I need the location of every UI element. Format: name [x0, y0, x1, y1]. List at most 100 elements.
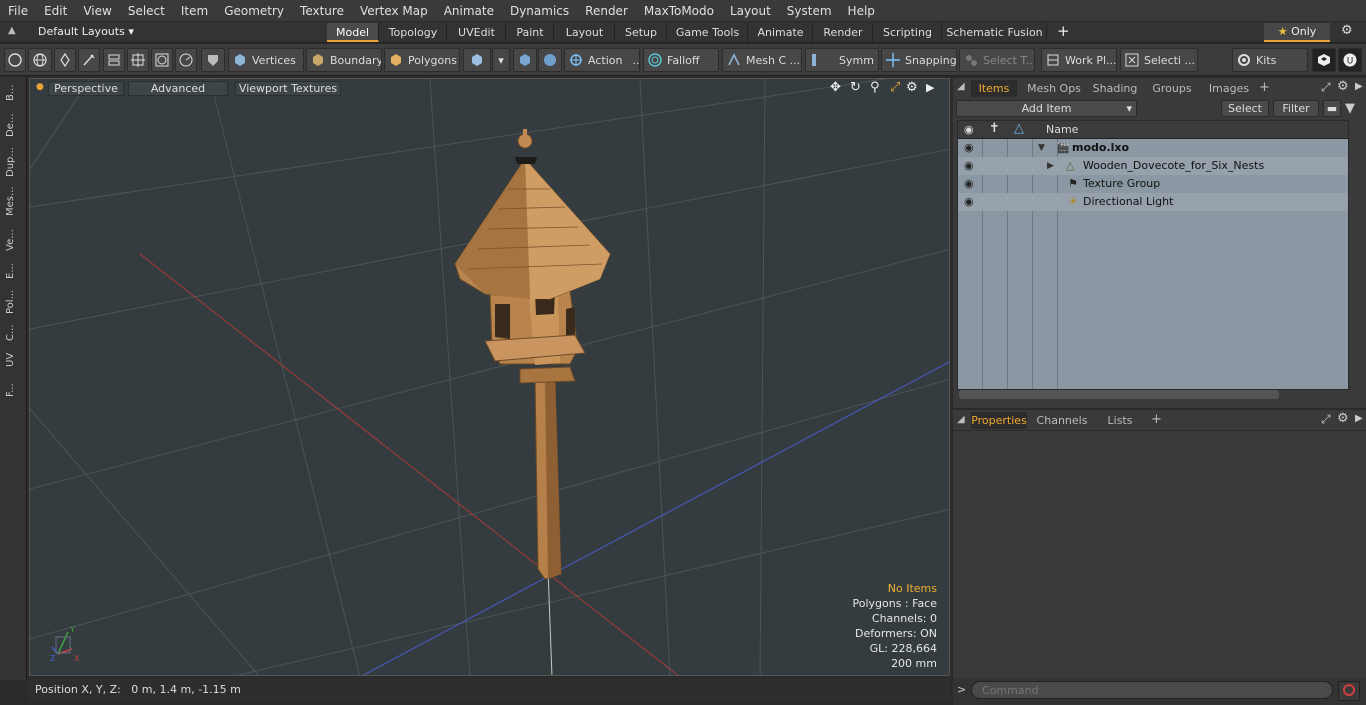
panel-expand-icon[interactable]: ⤢ [1321, 80, 1331, 95]
tab-animate[interactable]: Animate [749, 23, 813, 42]
mode-dropdown[interactable]: ▾ [492, 48, 510, 72]
polygons-button[interactable]: Polygons [384, 48, 460, 72]
menu-layout[interactable]: Layout [722, 0, 779, 22]
tab-shading[interactable]: Shading [1089, 80, 1141, 97]
tab-lists[interactable]: Lists [1097, 412, 1143, 429]
eye-icon[interactable]: ◉ [964, 157, 974, 175]
pen-button[interactable] [54, 48, 76, 72]
falloff-button[interactable]: Falloff [643, 48, 719, 72]
viewport-textures-button[interactable]: Viewport Textures [235, 81, 341, 96]
collapse-button[interactable]: ▬ [1323, 100, 1341, 117]
pan-icon[interactable]: ✥ [830, 80, 841, 95]
eye-icon[interactable]: ◉ [964, 139, 974, 157]
vtab-fusion[interactable]: F... [5, 376, 21, 404]
add-item-button[interactable]: Add Item ▾ [956, 100, 1137, 117]
visibility-column-eye-icon[interactable]: ◉ [964, 123, 974, 136]
symmetry-b-button[interactable] [538, 48, 562, 72]
tab-paint[interactable]: Paint [507, 23, 554, 42]
menu-file[interactable]: File [0, 0, 36, 22]
add-tab-plus-icon[interactable]: + [1259, 80, 1270, 95]
brush-button[interactable] [78, 48, 100, 72]
timer-button[interactable] [175, 48, 197, 72]
tab-channels[interactable]: Channels [1035, 412, 1089, 429]
properties-gear-icon[interactable]: ⚙ [1337, 411, 1349, 426]
vtab-edge[interactable]: E... [5, 260, 21, 282]
tab-groups[interactable]: Groups [1146, 80, 1198, 97]
tab-properties[interactable]: Properties [971, 412, 1027, 429]
box-circle-button[interactable] [151, 48, 173, 72]
selection-sets-button[interactable]: Selecti ... [1120, 48, 1198, 72]
command-input[interactable] [971, 681, 1333, 699]
vtab-polygon[interactable]: Pol... [5, 287, 21, 317]
viewport-menu-dot-icon[interactable]: ● [36, 82, 44, 92]
layout-collapse-icon[interactable]: ▲ [8, 25, 16, 36]
snapping-button[interactable]: Snapping [881, 48, 957, 72]
align-button[interactable] [103, 48, 125, 72]
unreal-button[interactable]: U [1338, 48, 1362, 72]
eye-icon[interactable]: ◉ [964, 193, 974, 211]
properties-expand-icon[interactable]: ⤢ [1321, 412, 1331, 427]
menu-item[interactable]: Item [173, 0, 216, 22]
tab-scripting[interactable]: Scripting [874, 23, 942, 42]
unity-button[interactable] [1312, 48, 1336, 72]
select-through-button[interactable]: Select T... [959, 48, 1035, 72]
menu-help[interactable]: Help [840, 0, 883, 22]
tab-render[interactable]: Render [814, 23, 873, 42]
tree-row-mesh[interactable]: ◉ ▶ △ Wooden_Dovecote_for_Six_Nests [958, 157, 1348, 175]
panel-arrow-icon[interactable]: ▶ [1355, 81, 1363, 92]
lock-column-icon[interactable]: ✝ [989, 121, 1000, 136]
only-toggle[interactable]: ★ Only [1264, 23, 1330, 42]
properties-add-tab-icon[interactable]: + [1151, 412, 1162, 427]
tab-layout[interactable]: Layout [555, 23, 615, 42]
layout-preset-dropdown[interactable]: Default Layouts ▾ [38, 25, 134, 38]
vtab-deform[interactable]: De... [5, 110, 21, 140]
menu-maxtomodo[interactable]: MaxToModo [636, 0, 722, 22]
rotate-icon[interactable]: ↻ [850, 80, 861, 95]
menu-render[interactable]: Render [577, 0, 636, 22]
select-button[interactable]: Select [1221, 100, 1269, 117]
menu-view[interactable]: View [75, 0, 119, 22]
vtab-vertex[interactable]: Ve... [5, 225, 21, 255]
tree-row-scene[interactable]: ◉ ▼ 🎬 modo.lxo [958, 139, 1348, 157]
maximize-icon[interactable]: ⤢ [890, 80, 900, 95]
tab-game-tools[interactable]: Game Tools [668, 23, 748, 42]
menu-texture[interactable]: Texture [292, 0, 352, 22]
tab-images[interactable]: Images [1203, 80, 1255, 97]
mesh-constraint-button[interactable]: Mesh C ... [722, 48, 802, 72]
tree-row-texture-group[interactable]: ◉ ⚑ Texture Group [958, 175, 1348, 193]
panel-menu-icon[interactable]: ◢ [957, 81, 965, 92]
funnel-icon[interactable]: ▼ [1345, 101, 1355, 116]
collapse-arrow-icon[interactable]: ▶ [1047, 157, 1054, 175]
tab-model[interactable]: Model [327, 23, 379, 42]
center-button[interactable] [127, 48, 149, 72]
action-center-button[interactable]: Action... [564, 48, 640, 72]
vtab-curve[interactable]: C... [5, 322, 21, 344]
tab-schematic-fusion[interactable]: Schematic Fusion [943, 23, 1047, 42]
menu-edit[interactable]: Edit [36, 0, 75, 22]
add-tab-icon[interactable]: + [1057, 22, 1070, 40]
name-column-header[interactable]: Name [1046, 123, 1078, 136]
boundary-button[interactable]: Boundary [306, 48, 382, 72]
gear-icon[interactable]: ⚙ [1341, 23, 1353, 38]
filter-button[interactable]: Filter [1273, 100, 1319, 117]
menu-system[interactable]: System [779, 0, 840, 22]
vtab-mesh-edit[interactable]: Mes... [5, 183, 21, 219]
vertices-button[interactable]: Vertices [228, 48, 304, 72]
tab-mesh-ops[interactable]: Mesh Ops [1023, 80, 1085, 97]
properties-arrow-icon[interactable]: ▶ [1355, 413, 1363, 424]
tree-row-light[interactable]: ◉ ☀ Directional Light [958, 193, 1348, 211]
viewport-expand-icon[interactable]: ▶ [926, 81, 934, 94]
view-advanced-button[interactable]: Advanced [128, 81, 228, 96]
menu-animate[interactable]: Animate [436, 0, 502, 22]
expand-arrow-icon[interactable]: ▼ [1038, 139, 1045, 157]
tab-uvedit[interactable]: UVEdit [448, 23, 506, 42]
symmetry-a-button[interactable] [513, 48, 537, 72]
globe-button[interactable] [28, 48, 52, 72]
vtab-duplicate[interactable]: Dup... [5, 146, 21, 178]
shield-button[interactable] [201, 48, 225, 72]
item-mode-button[interactable] [463, 48, 491, 72]
circle-select-button[interactable] [4, 48, 26, 72]
vtab-uv[interactable]: UV [5, 349, 21, 371]
kits-button[interactable]: Kits [1232, 48, 1308, 72]
tree-vertical-scrollbar[interactable] [1349, 120, 1359, 390]
